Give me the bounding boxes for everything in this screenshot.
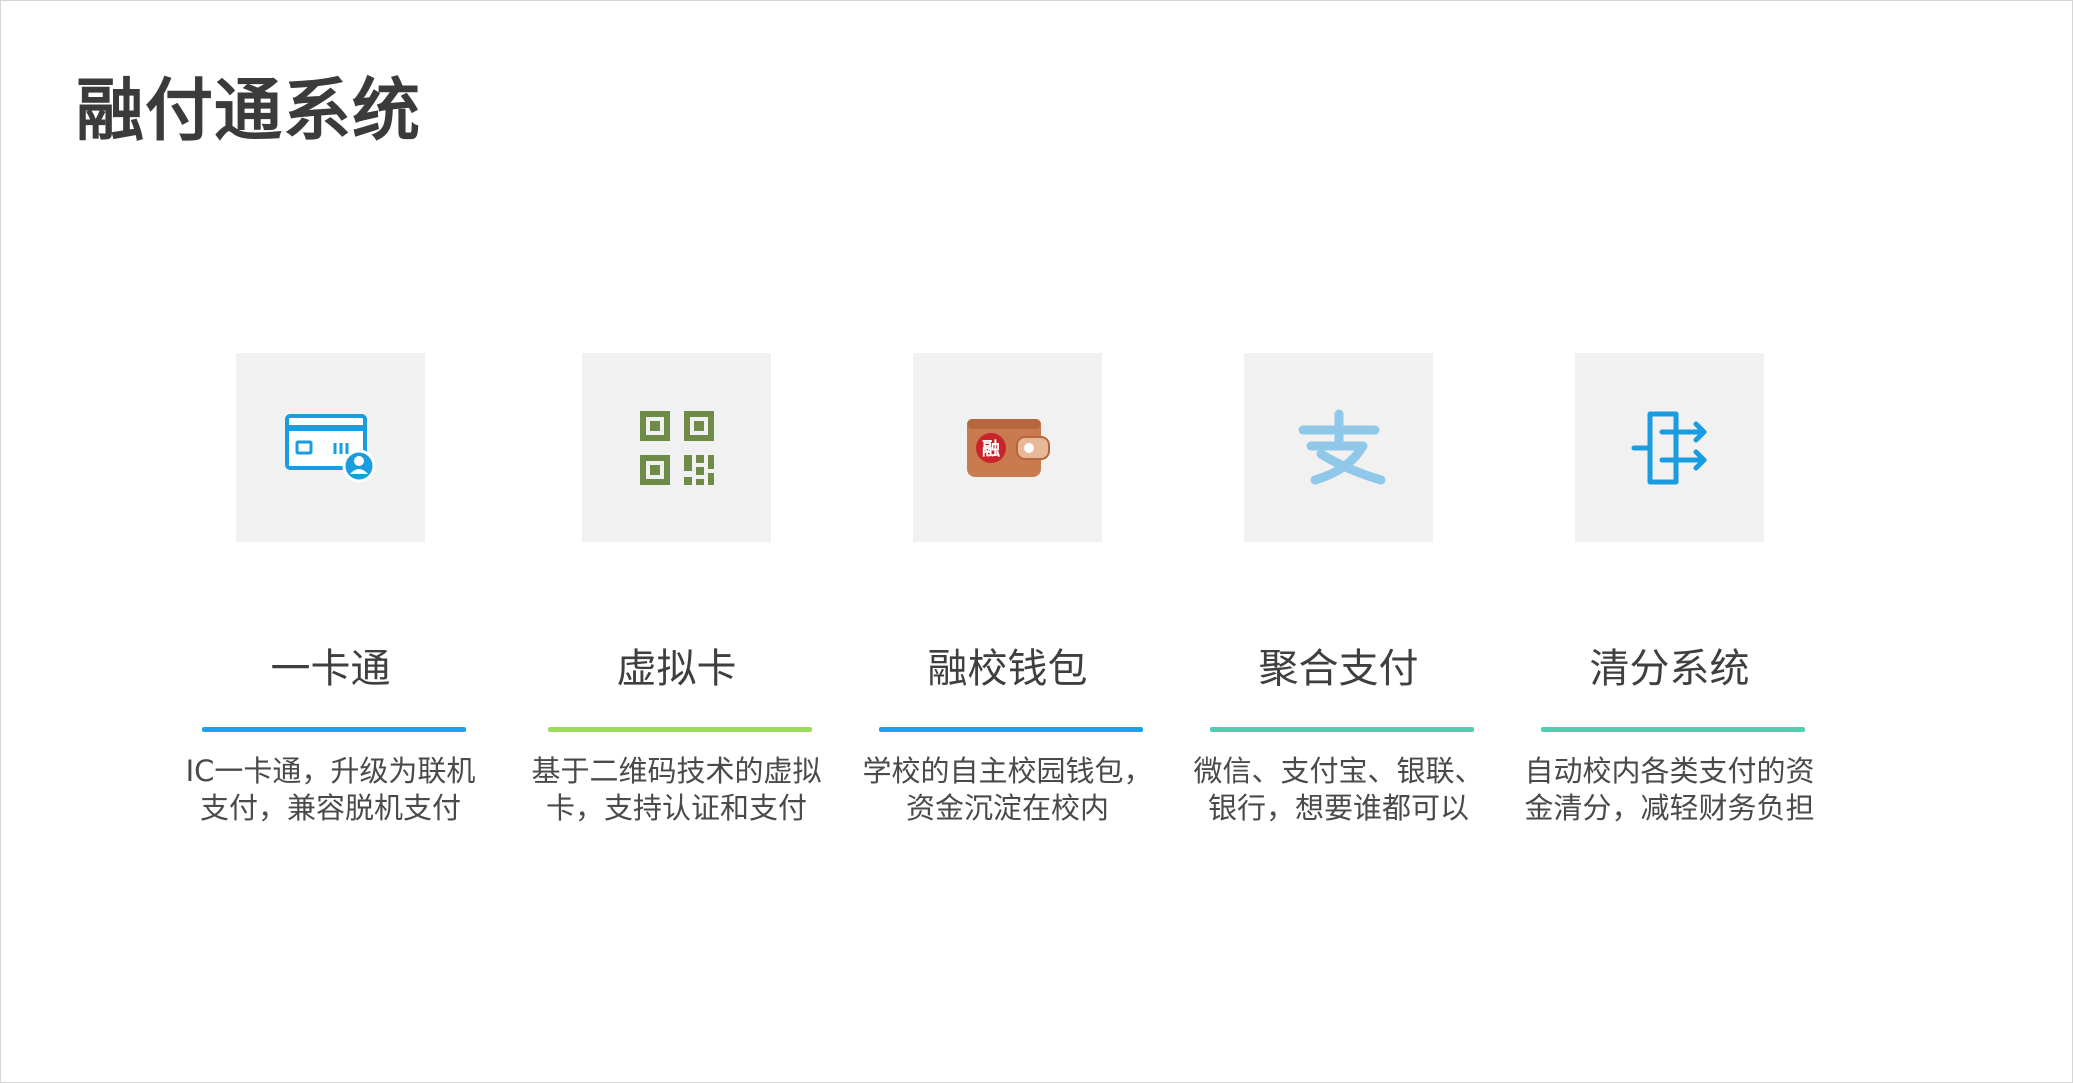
feature-description: 学校的自主校园钱包， 资金沉淀在校内	[829, 753, 1186, 827]
feature-underline	[1541, 727, 1805, 732]
feature-title: 清分系统	[1589, 646, 1750, 692]
feature-description: 基于二维码技术的虚拟 卡，支持认证和支付	[498, 753, 855, 827]
description-line: 支付，兼容脱机支付	[199, 791, 461, 825]
feature-underline	[879, 727, 1143, 732]
feature-title: 聚合支付	[1258, 646, 1419, 692]
description-line: 卡，支持认证和支付	[545, 791, 807, 825]
feature-underline	[548, 727, 812, 732]
feature-underline	[1210, 727, 1474, 732]
feature-description: IC一卡通，升级为联机 支付，兼容脱机支付	[152, 753, 509, 827]
qr-code-icon	[639, 410, 714, 485]
description-line: 银行，想要谁都可以	[1207, 791, 1469, 825]
card-user-icon	[284, 413, 375, 482]
description-line: 资金沉淀在校内	[905, 791, 1109, 825]
feature-description: 自动校内各类支付的资 金清分，减轻财务负担	[1491, 753, 1848, 827]
icon-tile: 融	[913, 353, 1102, 542]
feature-title: 虚拟卡	[616, 646, 737, 692]
description-line: IC一卡通，升级为联机	[185, 754, 476, 788]
description-line: 基于二维码技术的虚拟	[531, 754, 822, 788]
description-line: 自动校内各类支付的资	[1524, 754, 1815, 788]
wallet-logo-glyph: 融	[982, 439, 1000, 460]
feature-underline	[202, 727, 466, 732]
split-arrows-icon	[1631, 411, 1706, 484]
icon-tile	[582, 353, 771, 542]
page-title: 融付通系统	[76, 72, 422, 151]
icon-tile	[1575, 353, 1764, 542]
feature-title: 融校钱包	[927, 646, 1088, 692]
feature-title: 一卡通	[270, 646, 391, 692]
description-line: 学校的自主校园钱包，	[862, 754, 1153, 788]
description-line: 金清分，减轻财务负担	[1524, 791, 1815, 825]
feature-description: 微信、支付宝、银联、 银行，想要谁都可以	[1160, 753, 1517, 827]
icon-tile	[236, 353, 425, 542]
slide: 融付通系统 一卡通 IC一卡通，升级为联机 支付，兼容脱机支付 虚拟卡 基于二维…	[0, 0, 2073, 1083]
wallet-icon: 融	[966, 418, 1050, 477]
description-line: 微信、支付宝、银联、	[1193, 754, 1484, 788]
alipay-icon	[1298, 409, 1385, 484]
icon-tile	[1244, 353, 1433, 542]
